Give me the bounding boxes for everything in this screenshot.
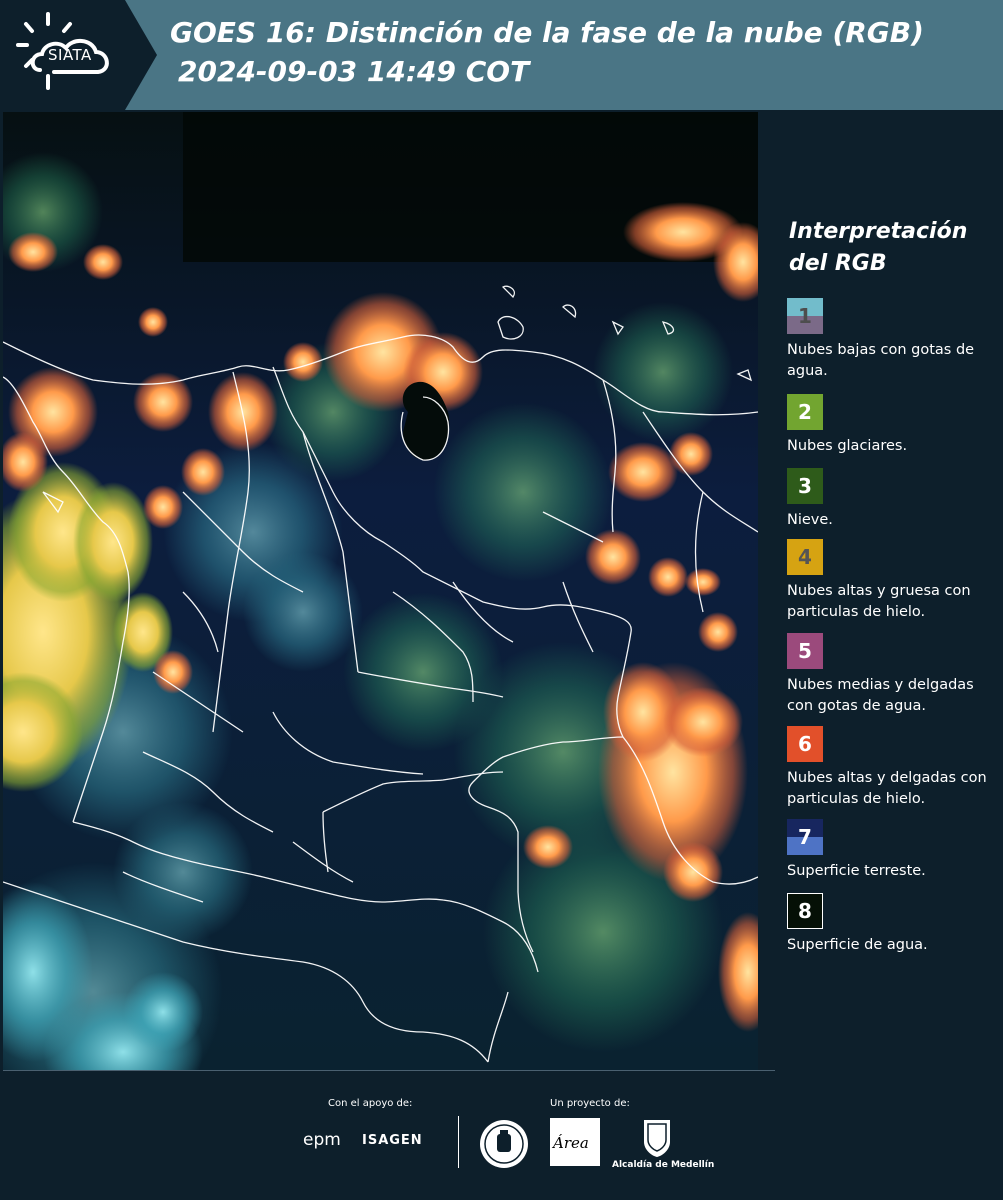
legend-item-4: 4 Nubes altas y gruesa con particulas de… [787,539,997,623]
logo-text: SIATA [48,46,92,64]
university-seal-icon [480,1120,528,1168]
legend-number-1: 1 [798,304,812,328]
legend-label-8: Superficie de agua. [787,937,928,953]
legend-item-7: 7 Superficie terreste. [787,819,997,882]
legend-item-5: 5 Nubes medias y delgadas con gotas de a… [787,633,997,717]
legend-swatch-4: 4 [787,539,823,575]
header-bar: SIATA GOES 16: Distinción de la fase de … [0,0,1003,110]
legend-title-line1: Interpretación [789,219,968,244]
legend-item-2: 2 Nubes glaciares. [787,394,997,457]
page-title: GOES 16: Distinción de la fase de la nub… [170,16,924,49]
alcaldia-text: Alcaldía de Medellín [612,1160,715,1170]
legend-item-6: 6 Nubes altas y delgadas con particulas … [787,726,997,810]
medellin-shield-icon [644,1120,670,1157]
support-label: Con el apoyo de: [328,1098,413,1109]
legend-number-7: 7 [798,825,812,849]
footer-divider-line [3,1070,775,1071]
legend-title-line2: del RGB [789,251,887,276]
legend-item-3: 3 Nieve. [787,468,997,531]
legend-label-5: Nubes medias y delgadas con gotas de agu… [787,677,974,714]
legend-label-4: Nubes altas y gruesa con particulas de h… [787,583,971,620]
area-metropolitana-text: Área [553,1134,589,1152]
legend-item-1: 1 Nubes bajas con gotas de agua. [787,298,997,382]
logo-arrow [125,0,157,110]
page-timestamp: 2024-09-03 14:49 COT [178,55,530,88]
legend-label-2: Nubes glaciares. [787,438,908,454]
footer: Con el apoyo de: Un proyecto de: epm ISA… [0,1070,1003,1200]
legend-swatch-2: 2 [787,394,823,430]
satellite-image [3,112,758,1070]
legend-swatch-3: 3 [787,468,823,504]
legend-swatch-5: 5 [787,633,823,669]
legend-swatch-6: 6 [787,726,823,762]
legend-item-8: 8 Superficie de agua. [787,893,997,956]
siata-logo: SIATA [0,0,125,110]
legend-title: Interpretación del RGB [789,216,989,280]
legend-swatch-8: 8 [787,893,823,929]
legend-panel: Interpretación del RGB 1 Nubes bajas con… [760,112,1003,1070]
isagen-logo: ISAGEN [362,1133,423,1148]
legend-label-1: Nubes bajas con gotas de agua. [787,342,975,379]
legend-label-6: Nubes altas y delgadas con particulas de… [787,770,987,807]
legend-swatch-7: 7 [787,819,823,855]
project-label: Un proyecto de: [550,1098,630,1109]
sponsor-divider [458,1116,459,1168]
satellite-map [3,112,758,1070]
legend-label-3: Nieve. [787,512,833,528]
legend-label-7: Superficie terreste. [787,863,926,879]
epm-logo: epm [303,1130,341,1150]
legend-swatch-1: 1 [787,298,823,334]
